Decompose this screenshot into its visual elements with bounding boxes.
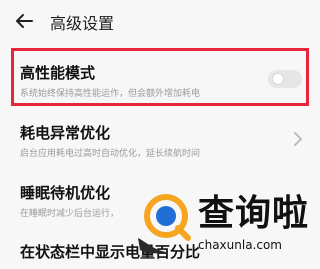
high-performance-toggle[interactable] xyxy=(268,70,302,88)
toggle-knob xyxy=(273,74,283,84)
page-title: 高级设置 xyxy=(50,14,115,33)
back-arrow-icon[interactable] xyxy=(14,11,34,31)
watermark: 查询啦 chaxunla.com xyxy=(140,176,319,269)
setting-label: 睡眠待机优化 xyxy=(20,184,111,202)
watermark-text: 查询啦 xyxy=(198,193,310,234)
chevron-right-icon xyxy=(294,132,302,146)
app-header: 高级设置 xyxy=(0,0,319,42)
setting-description: 在睡眠时减少后台运行， xyxy=(20,209,120,219)
setting-description: 启台应用耗电过高时自动优化，延长续航时间 xyxy=(20,149,201,159)
setting-abnormal-power-optimization[interactable]: 耗电异常优化 启台应用耗电过高时自动优化，延长续航时间 xyxy=(0,114,319,166)
watermark-logo-icon xyxy=(144,194,191,241)
setting-label: 耗电异常优化 xyxy=(20,124,111,142)
watermark-domain: chaxunla.com xyxy=(198,238,282,252)
highlight-frame xyxy=(11,48,309,106)
